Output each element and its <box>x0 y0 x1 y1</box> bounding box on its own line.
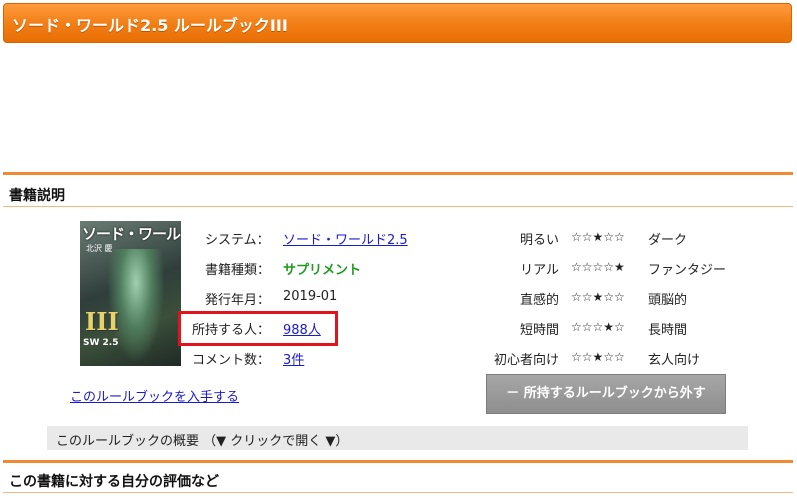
rating-left-label: 直感的 <box>519 293 559 308</box>
comments-label: コメント数： <box>192 353 271 368</box>
type-value: サプリメント <box>283 263 362 278</box>
rating-stars: ☆☆★☆☆ <box>571 290 625 304</box>
get-rulebook-link[interactable]: このルールブックを入手する <box>70 386 239 405</box>
rating-right-label: ファンタジー <box>648 263 727 278</box>
owners-highlight-box <box>178 311 338 346</box>
summary-toggle[interactable]: このルールブックの概要 （▼ クリックで開く ▼） <box>47 426 748 450</box>
cover-logo-title: ソード・ワールド <box>82 225 181 243</box>
book-cover-image: ソード・ワールド 北沢 慶 III SW 2.5 <box>80 221 181 366</box>
rating-left-label: リアル <box>520 263 559 278</box>
rating-right-label: 長時間 <box>648 323 688 338</box>
section-heading-book: 書籍説明 <box>9 188 65 204</box>
summary-toggle-label: このルールブックの概要 （▼ クリックで開く ▼） <box>56 434 349 449</box>
date-label: 発行年月： <box>205 293 271 308</box>
section-heading-evaluation: この書籍に対する自分の評価など <box>9 474 219 490</box>
comments-link[interactable]: 3件 <box>283 349 304 368</box>
page-title: ソード・ワールド2.5 ルールブックIII <box>12 16 288 35</box>
rating-stars: ☆☆★☆☆ <box>571 230 625 244</box>
cover-author: 北沢 慶 <box>86 244 113 253</box>
remove-from-owned-button[interactable]: － 所持するルールブックから外す <box>486 374 726 414</box>
cover-volume: III <box>85 307 119 336</box>
system-link[interactable]: ソード・ワールド2.5 <box>283 229 408 248</box>
date-value: 2019-01 <box>283 289 338 304</box>
section-divider <box>3 460 793 463</box>
rating-left-label: 明るい <box>519 233 559 248</box>
section-underline <box>3 206 793 207</box>
type-label: 書籍種類： <box>205 263 271 278</box>
section-divider <box>3 172 793 175</box>
rating-right-label: 玄人向け <box>648 353 701 368</box>
rating-right-label: 頭脳的 <box>648 293 688 308</box>
rating-left-label: 初心者向け <box>493 353 559 368</box>
rating-stars: ☆☆★☆☆ <box>571 350 625 364</box>
page-title-bar: ソード・ワールド2.5 ルールブックIII <box>3 3 792 43</box>
cover-brand-logo: SW 2.5 <box>83 338 119 348</box>
rating-stars: ☆☆☆☆★ <box>571 260 625 274</box>
rating-right-label: ダーク <box>648 233 688 248</box>
rating-stars: ☆☆☆★☆ <box>571 320 625 334</box>
section-underline <box>3 492 793 493</box>
system-label: システム： <box>205 233 270 248</box>
rating-left-label: 短時間 <box>519 323 559 338</box>
